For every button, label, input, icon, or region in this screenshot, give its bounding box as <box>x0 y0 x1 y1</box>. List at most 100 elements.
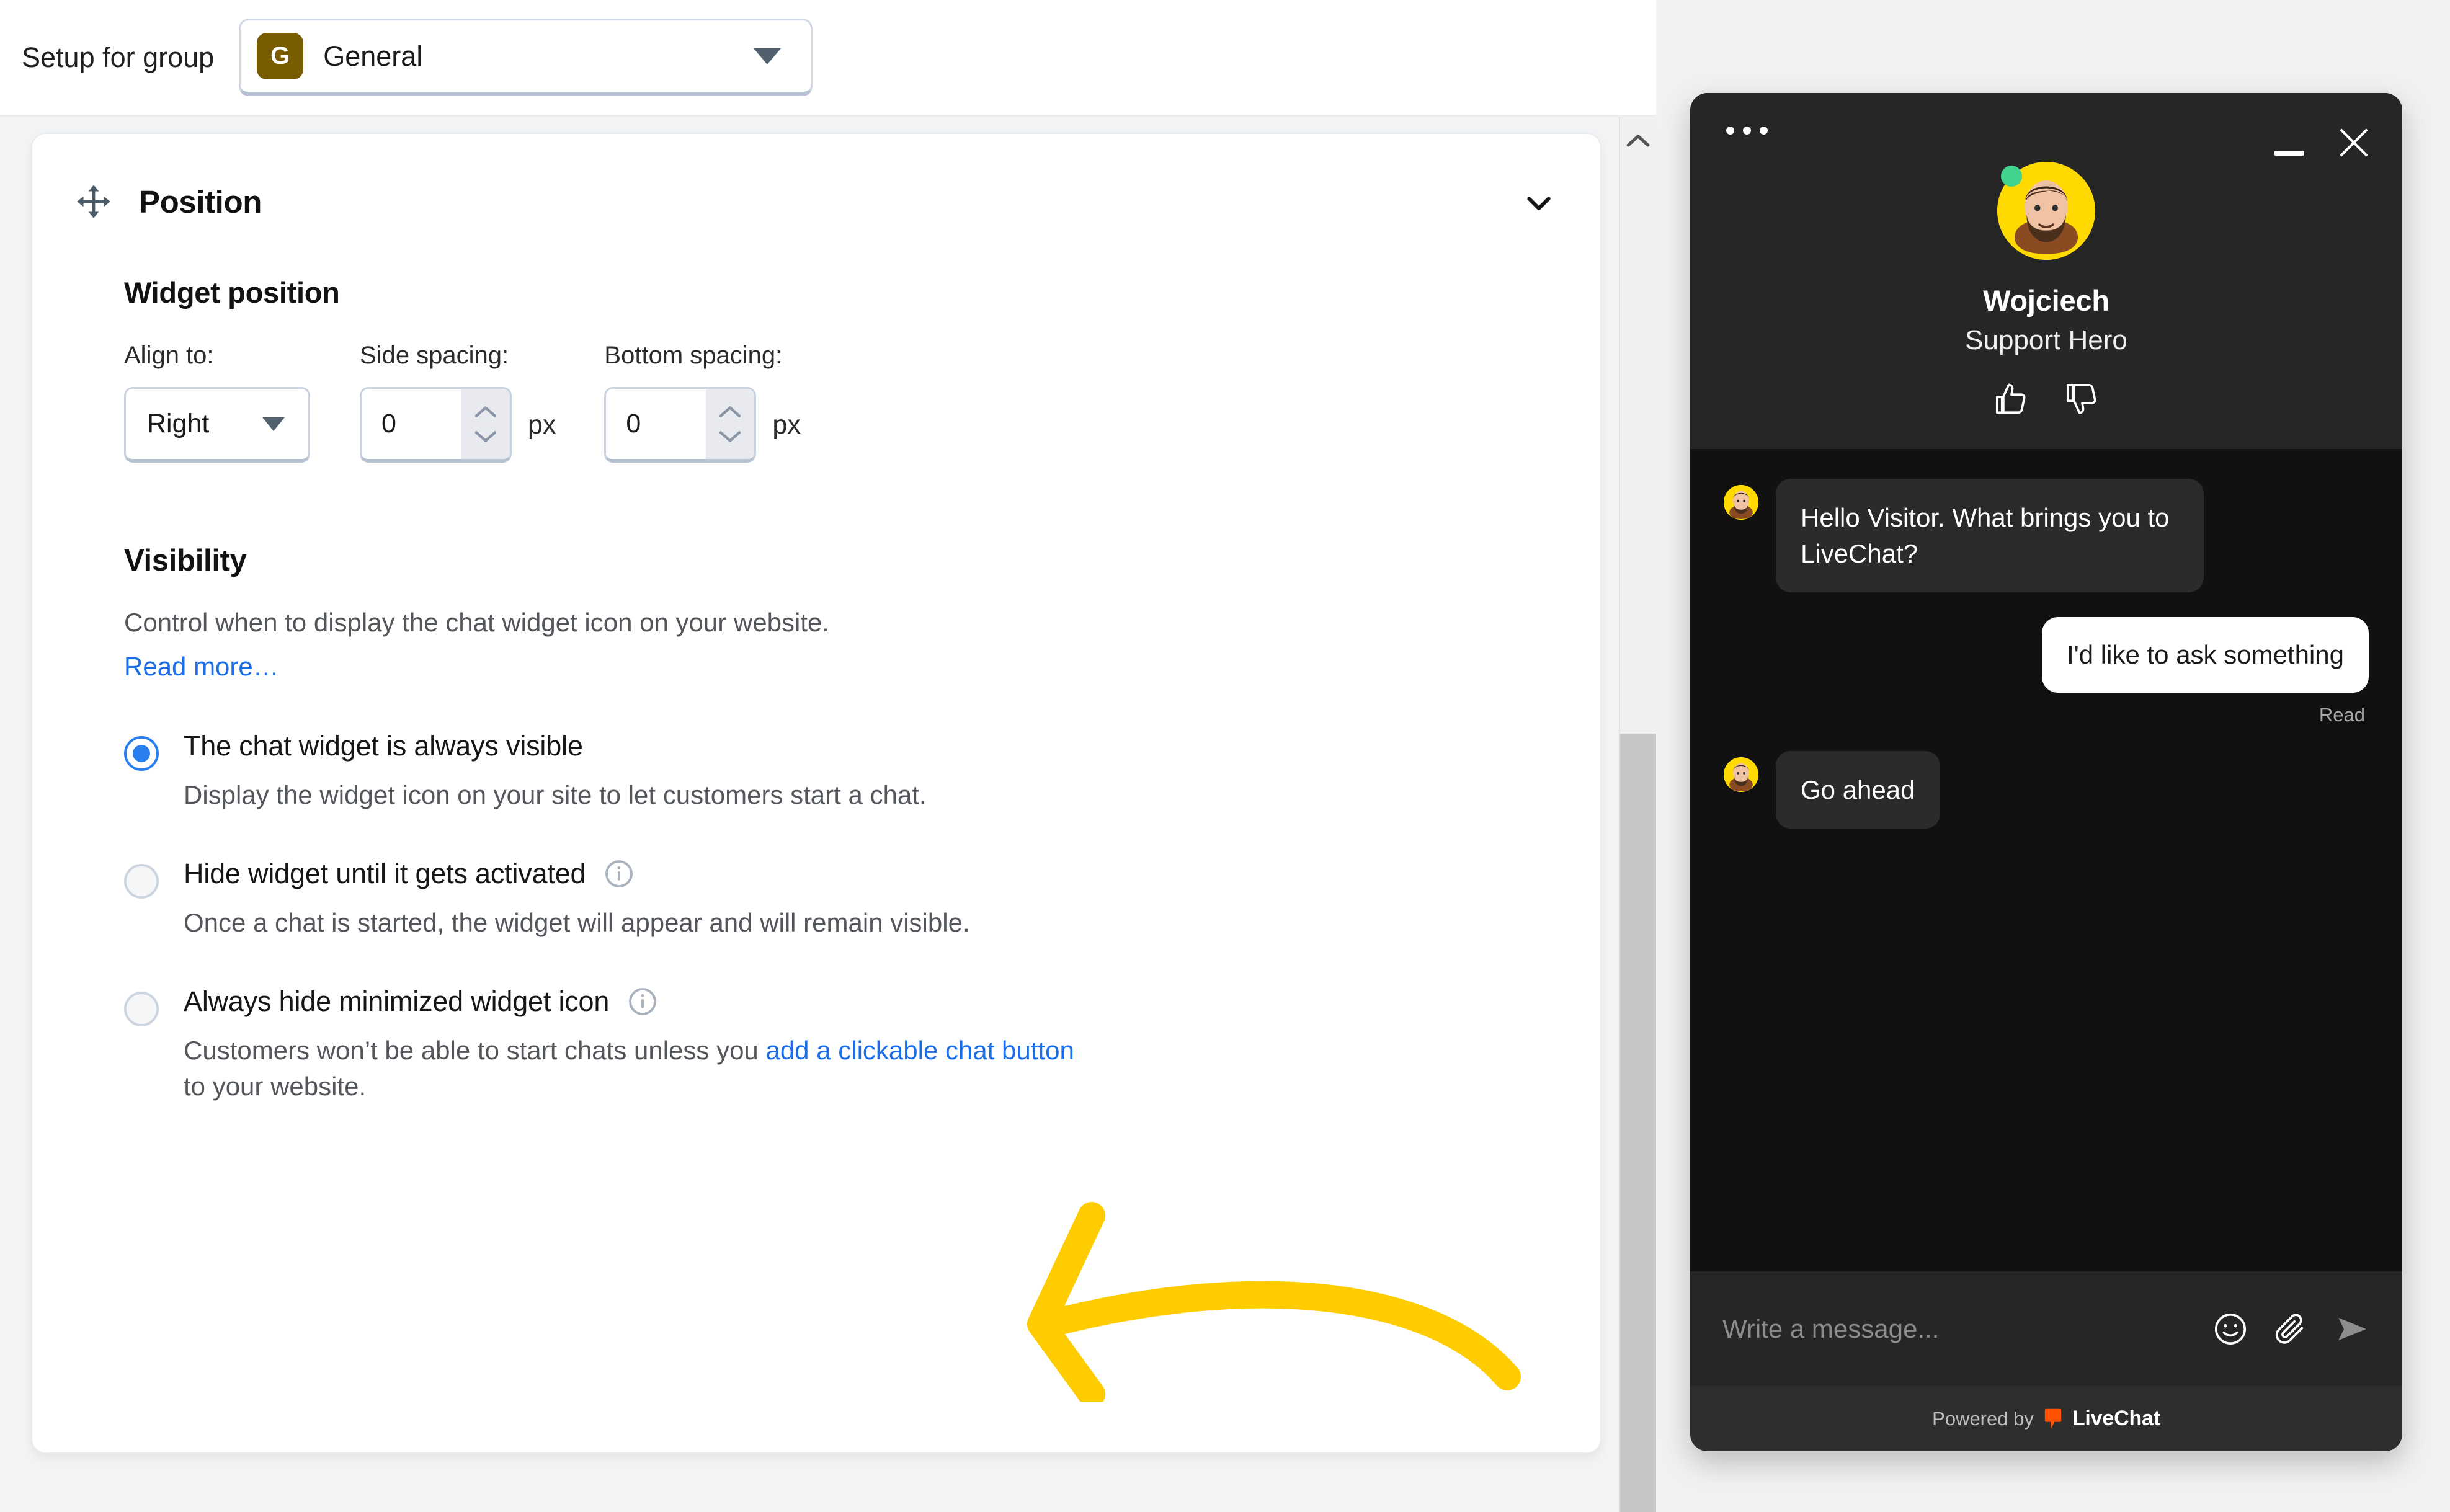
bottom-spacing-input[interactable]: 0 <box>604 387 756 463</box>
paperclip-icon[interactable] <box>2273 1311 2309 1347</box>
option-description: Display the widget icon on your site to … <box>184 777 1095 813</box>
chevron-up-icon[interactable] <box>473 404 498 419</box>
align-to-select[interactable]: Right <box>124 387 310 463</box>
option-title-row: Always hide minimized widget icon <box>184 985 1557 1018</box>
chevron-down-icon <box>754 48 781 64</box>
scrollbar-thumb[interactable] <box>1620 734 1656 1512</box>
option-description: Customers won’t be able to start chats u… <box>184 1033 1095 1105</box>
option-description-after: to your website. <box>184 1072 366 1101</box>
agent-photo-illustration <box>1724 757 1758 792</box>
widget-preview-pane: Wojciech Support Hero <box>1656 0 2450 1512</box>
dot <box>1726 127 1734 135</box>
agent-avatar-small <box>1724 757 1758 792</box>
agent-name: Wojciech <box>1726 283 2366 318</box>
side-spacing-value: 0 <box>381 409 396 439</box>
side-spacing-unit: px <box>528 410 556 440</box>
visibility-description: Control when to display the chat widget … <box>124 605 1557 641</box>
livechat-bubble-icon <box>2044 1408 2062 1430</box>
chat-message-agent: Hello Visitor. What brings you to LiveCh… <box>1724 479 2369 592</box>
bottom-spacing-field: Bottom spacing: 0 <box>604 342 800 463</box>
chevron-down-icon[interactable] <box>1522 186 1556 220</box>
option-description-before: Customers won’t be able to start chats u… <box>184 1036 765 1065</box>
option-description: Once a chat is started, the widget will … <box>184 905 1095 941</box>
input-actions <box>2212 1311 2370 1347</box>
visibility-option-always-hide[interactable]: Always hide minimized widget icon Custom… <box>124 985 1557 1105</box>
chevron-down-icon <box>262 417 285 431</box>
chat-bubble: I'd like to ask something <box>2042 617 2369 693</box>
send-arrow-icon[interactable] <box>2334 1311 2370 1347</box>
thumbs-down-icon[interactable] <box>2064 381 2100 417</box>
align-to-label: Align to: <box>124 342 310 370</box>
position-section-body: Widget position Align to: Right <box>32 275 1600 1105</box>
rating-controls <box>1726 381 2366 417</box>
radio-button[interactable] <box>124 992 159 1026</box>
message-input[interactable]: Write a message... <box>1722 1314 2212 1344</box>
livechat-brand-name: LiveChat <box>2072 1407 2160 1431</box>
info-circle-icon[interactable] <box>628 987 657 1016</box>
setup-for-group-bar: Setup for group G General <box>0 0 1656 117</box>
option-title: Hide widget until it gets activated <box>184 858 586 890</box>
widget-position-heading: Widget position <box>124 275 1557 309</box>
panel-wrapper: Position Widget position Align to: <box>0 117 1619 1512</box>
thumbs-up-icon[interactable] <box>1993 381 2029 417</box>
side-spacing-wrap: 0 <box>360 387 556 463</box>
radio-button[interactable] <box>124 736 159 771</box>
settings-pane: Setup for group G General Position <box>0 0 1656 1512</box>
position-section-header[interactable]: Position <box>32 134 1600 221</box>
read-more-link[interactable]: Read more… <box>124 652 279 682</box>
align-to-field: Align to: Right <box>124 342 310 463</box>
agent-info: Wojciech Support Hero <box>1726 162 2366 417</box>
agent-photo-illustration <box>1724 485 1758 520</box>
bottom-spacing-value: 0 <box>626 409 641 439</box>
option-title-row: Hide widget until it gets activated <box>184 858 1557 890</box>
smiley-icon[interactable] <box>2212 1311 2248 1347</box>
stepper-up-down-icon[interactable] <box>461 389 510 459</box>
bottom-spacing-label: Bottom spacing: <box>604 342 800 370</box>
agent-avatar-small <box>1724 485 1758 520</box>
option-title-row: The chat widget is always visible <box>184 730 1557 762</box>
group-select-value: General <box>323 40 422 73</box>
option-texts: The chat widget is always visible Displa… <box>184 730 1557 813</box>
powered-by-label: Powered by <box>1932 1408 2034 1430</box>
chat-widget-header: Wojciech Support Hero <box>1690 93 2402 449</box>
option-texts: Hide widget until it gets activated Once… <box>184 858 1557 941</box>
group-select-dropdown[interactable]: G General <box>239 19 813 96</box>
dot <box>1760 127 1768 135</box>
add-chat-button-link[interactable]: add a clickable chat button <box>765 1036 1074 1065</box>
visibility-option-always-visible[interactable]: The chat widget is always visible Displa… <box>124 730 1557 813</box>
settings-scrollbar[interactable] <box>1619 117 1656 1512</box>
chevron-down-icon[interactable] <box>718 429 742 444</box>
setup-for-group-label: Setup for group <box>22 42 214 74</box>
visibility-option-hide-until-activated[interactable]: Hide widget until it gets activated Once… <box>124 858 1557 941</box>
move-arrows-icon <box>74 182 113 221</box>
radio-button[interactable] <box>124 864 159 899</box>
ellipsis-icon[interactable] <box>1726 127 2366 135</box>
chevron-down-icon[interactable] <box>473 429 498 444</box>
chat-widget-footer: Powered by LiveChat <box>1690 1386 2402 1451</box>
minimize-icon[interactable] <box>2274 151 2304 156</box>
side-spacing-label: Side spacing: <box>360 342 556 370</box>
position-panel-card: Position Widget position Align to: <box>31 133 1601 1454</box>
page-title: Position <box>139 184 262 220</box>
settings-scroll-region: Position Widget position Align to: <box>0 117 1656 1512</box>
info-circle-icon[interactable] <box>604 859 634 889</box>
chat-input-bar[interactable]: Write a message... <box>1690 1271 2402 1386</box>
chevron-up-icon[interactable] <box>1626 133 1650 148</box>
window-controls <box>2274 127 2370 159</box>
side-spacing-input[interactable]: 0 <box>360 387 512 463</box>
chevron-up-icon[interactable] <box>718 404 742 419</box>
widget-position-fields: Align to: Right Side spacing: <box>124 342 1557 463</box>
agent-role: Support Hero <box>1726 325 2366 356</box>
bottom-spacing-unit: px <box>772 410 800 440</box>
app-screen: Setup for group G General Position <box>0 0 2450 1512</box>
align-to-value: Right <box>147 409 209 439</box>
chat-message-list: Hello Visitor. What brings you to LiveCh… <box>1690 449 2402 1271</box>
agent-avatar <box>1997 162 2095 260</box>
chat-message-visitor: I'd like to ask something <box>1724 617 2369 693</box>
option-texts: Always hide minimized widget icon Custom… <box>184 985 1557 1105</box>
message-read-status: Read <box>1724 704 2369 726</box>
close-icon[interactable] <box>2338 127 2370 159</box>
chat-bubble: Go ahead <box>1776 751 1940 829</box>
stepper-up-down-icon[interactable] <box>706 389 754 459</box>
option-title: The chat widget is always visible <box>184 730 583 762</box>
